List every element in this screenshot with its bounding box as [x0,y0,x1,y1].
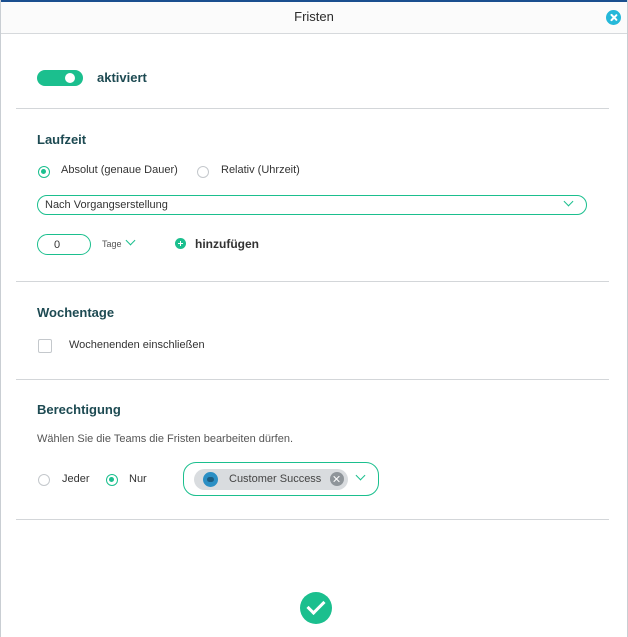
radio-nur[interactable] [106,474,118,486]
divider [16,379,609,380]
chevron-down-icon[interactable] [355,470,366,481]
divider [16,519,609,520]
remove-chip-icon[interactable] [330,472,344,486]
radio-jeder[interactable] [38,474,50,486]
radio-nur-label: Nur [129,473,147,485]
plus-circle-icon[interactable] [175,238,186,249]
amount-input[interactable]: 0 [37,234,91,255]
divider [16,281,609,282]
confirm-button[interactable] [300,592,332,624]
close-icon[interactable] [606,10,621,25]
title-bar: Fristen [1,0,627,34]
berechtigung-heading: Berechtigung [37,402,121,417]
toggle-knob [65,73,75,83]
divider [16,108,609,109]
team-avatar-icon [203,472,218,487]
activation-toggle[interactable] [37,70,83,86]
berechtigung-description: Wählen Sie die Teams die Fristen bearbei… [37,433,293,445]
add-button[interactable]: hinzufügen [195,237,259,251]
radio-relativ[interactable] [197,166,209,178]
teams-select[interactable]: Customer Success [183,462,379,496]
radio-absolut[interactable] [38,166,50,178]
radio-relativ-label: Relativ (Uhrzeit) [221,164,300,176]
radio-jeder-label: Jeder [62,473,90,485]
unit-value: Tage [102,239,122,249]
amount-value: 0 [54,239,61,251]
chevron-down-icon[interactable] [125,235,136,246]
activation-label: aktiviert [97,70,147,85]
chevron-down-icon [563,196,574,207]
radio-absolut-label: Absolut (genaue Dauer) [61,164,178,176]
laufzeit-heading: Laufzeit [37,132,87,147]
reference-select-value: Nach Vorgangserstellung [45,199,168,211]
unit-select[interactable]: Tage [102,239,122,249]
team-chip-label: Customer Success [229,473,322,485]
dialog-title: Fristen [294,9,334,24]
team-chip: Customer Success [194,469,348,490]
fristen-dialog: Fristen aktiviert Laufzeit Absolut (gena… [0,0,628,637]
weekend-checkbox-label: Wochenenden einschließen [69,339,205,351]
weekend-checkbox[interactable] [38,339,52,353]
reference-select[interactable]: Nach Vorgangserstellung [37,195,587,215]
wochentage-heading: Wochentage [37,305,115,320]
